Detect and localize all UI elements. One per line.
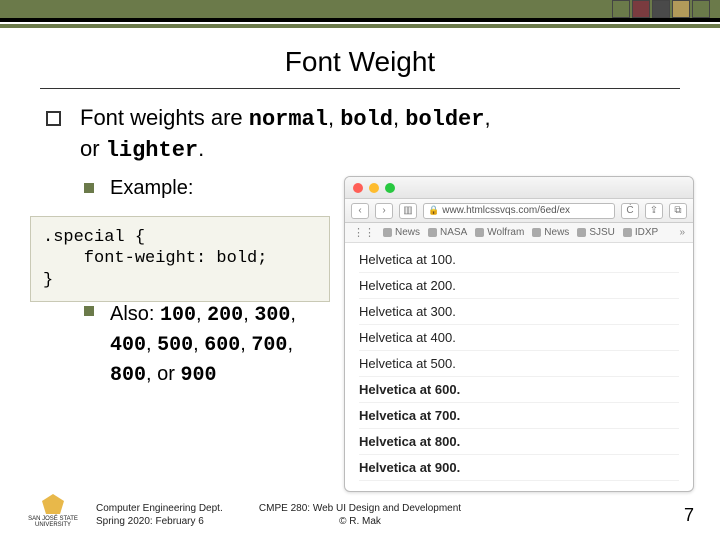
minimize-icon <box>369 183 379 193</box>
weight-sample-row: Helvetica at 600. <box>359 377 679 403</box>
kw-lighter: lighter <box>106 138 198 163</box>
share-button[interactable]: ⇪ <box>645 203 663 219</box>
weight-sample-row: Helvetica at 700. <box>359 403 679 429</box>
slide-top-decor <box>0 0 720 28</box>
bookmark-item[interactable]: NASA <box>428 227 467 238</box>
browser-content: Helvetica at 100.Helvetica at 200.Helvet… <box>345 243 693 485</box>
code-example: .special { font-weight: bold; } <box>30 216 330 302</box>
bookmark-label: NASA <box>440 227 467 238</box>
reader-button[interactable]: Ċ <box>621 203 639 219</box>
num: 700 <box>251 334 287 357</box>
browser-toolbar: ‹ › ▥ 🔒 www.htmlcssvqs.com/6ed/ex Ċ ⇪ ⧉ <box>345 199 693 223</box>
favicon-icon <box>475 228 484 237</box>
favicon-icon <box>577 228 586 237</box>
also-block: Also: 100, 200, 300, 400, 500, 600, 700,… <box>40 300 340 390</box>
weight-sample-row: Helvetica at 300. <box>359 299 679 325</box>
bookmark-item[interactable]: Wolfram <box>475 227 524 238</box>
num: 300 <box>254 304 290 327</box>
weight-sample-row: Helvetica at 900. <box>359 455 679 481</box>
title-block: Font Weight <box>40 40 680 89</box>
num: 400 <box>110 334 146 357</box>
kw-normal: normal <box>249 107 328 132</box>
footer-center: CMPE 280: Web UI Design and Development … <box>0 503 720 528</box>
back-button[interactable]: ‹ <box>351 203 369 219</box>
weight-sample-row: Helvetica at 400. <box>359 325 679 351</box>
weight-sample-row: Helvetica at 800. <box>359 429 679 455</box>
close-icon <box>353 183 363 193</box>
bookmark-label: SJSU <box>589 227 615 238</box>
weight-sample-row: Helvetica at 100. <box>359 247 679 273</box>
copyright: © R. Mak <box>0 516 720 529</box>
bookmark-item[interactable]: SJSU <box>577 227 615 238</box>
bullet-main: Font weights are normal, bold, bolder,or… <box>40 104 690 165</box>
browser-titlebar <box>345 177 693 199</box>
bookmark-label: News <box>395 227 420 238</box>
num: 500 <box>157 334 193 357</box>
kw-bolder: bolder <box>405 107 484 132</box>
num: 600 <box>204 334 240 357</box>
url-text: www.htmlcssvqs.com/6ed/ex <box>442 205 570 216</box>
text: Font weights are <box>80 105 249 130</box>
text: , or <box>146 363 180 385</box>
bookmark-label: IDXP <box>635 227 658 238</box>
favicon-icon <box>532 228 541 237</box>
bookmark-item[interactable]: News <box>532 227 569 238</box>
footer: SAN JOSÉ STATE UNIVERSITY Computer Engin… <box>0 494 720 528</box>
address-bar[interactable]: 🔒 www.htmlcssvqs.com/6ed/ex <box>423 203 615 219</box>
zoom-icon <box>385 183 395 193</box>
bookmark-label: Wolfram <box>487 227 524 238</box>
tabs-button[interactable]: ⧉ <box>669 203 687 219</box>
bookmarks-overflow[interactable]: » <box>679 227 685 238</box>
num: 800 <box>110 364 146 387</box>
lock-icon: 🔒 <box>428 205 439 216</box>
bookmark-item[interactable]: News <box>383 227 420 238</box>
favicon-icon <box>623 228 632 237</box>
num: 200 <box>207 304 243 327</box>
favicon-icon <box>428 228 437 237</box>
sidebar-button[interactable]: ▥ <box>399 203 417 219</box>
num: 900 <box>180 364 216 387</box>
kw-bold: bold <box>340 107 393 132</box>
bullet-also: Also: 100, 200, 300, 400, 500, 600, 700,… <box>40 300 340 390</box>
forward-button[interactable]: › <box>375 203 393 219</box>
favicon-icon <box>383 228 392 237</box>
num: 100 <box>160 304 196 327</box>
weight-sample-row: Helvetica at 200. <box>359 273 679 299</box>
page-number: 7 <box>684 505 694 526</box>
text: Also: <box>110 303 160 325</box>
bookmark-label: News <box>544 227 569 238</box>
weight-sample-row: Helvetica at 500. <box>359 351 679 377</box>
bookmarks-bar: ⋮⋮ News NASA Wolfram News SJSU IDXP » <box>345 223 693 243</box>
course-title: CMPE 280: Web UI Design and Development <box>0 503 720 516</box>
bookmark-item[interactable]: IDXP <box>623 227 658 238</box>
bookmarks-toggle[interactable]: ⋮⋮ <box>353 226 375 239</box>
browser-mock: ‹ › ▥ 🔒 www.htmlcssvqs.com/6ed/ex Ċ ⇪ ⧉ … <box>344 176 694 492</box>
slide-title: Font Weight <box>40 40 680 84</box>
